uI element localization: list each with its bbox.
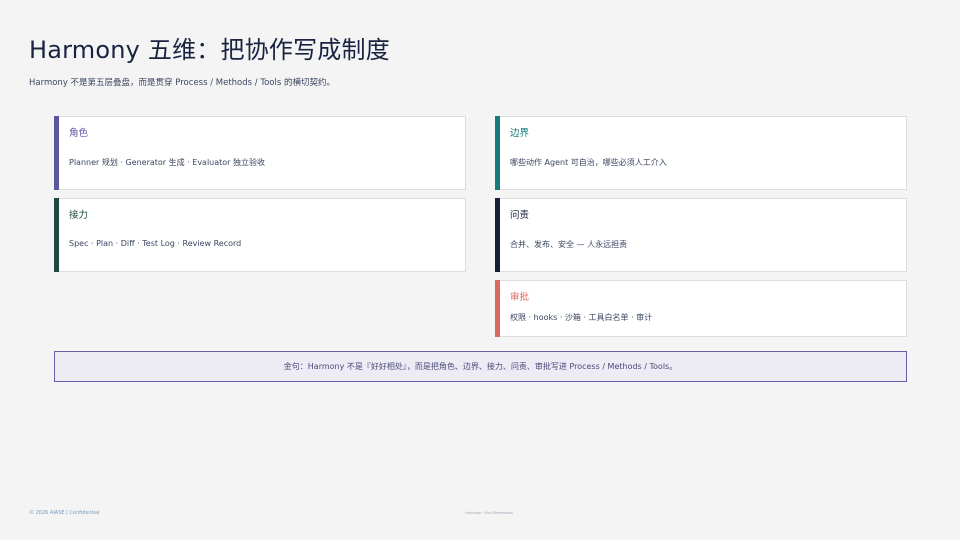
card-role: 角色 Planner 规划 · Generator 生成 · Evaluator… <box>54 116 466 190</box>
card-accountability-label: 问责 <box>510 210 530 221</box>
card-accountability-body: 合并、发布、安全 — 人永远担责 <box>510 240 628 249</box>
card-boundary-accent-bar <box>495 116 500 190</box>
card-boundary: 边界 哪些动作 Agent 可自治，哪些必须人工介入 <box>495 116 907 190</box>
footer-copyright: © 2026 AIASE | Confidential <box>29 510 100 516</box>
page-title: Harmony 五维：把协作写成制度 <box>29 36 390 64</box>
card-approval-label: 审批 <box>510 292 530 303</box>
card-accountability-accent-bar <box>495 198 500 272</box>
card-handoff: 接力 Spec · Plan · Diff · Test Log · Revie… <box>54 198 466 272</box>
card-boundary-label: 边界 <box>510 128 530 139</box>
card-handoff-body: Spec · Plan · Diff · Test Log · Review R… <box>69 239 242 248</box>
card-role-label: 角色 <box>69 128 89 139</box>
card-handoff-label: 接力 <box>69 210 89 221</box>
card-approval-accent-bar <box>495 280 500 337</box>
card-approval-body: 权限 · hooks · 沙箱 · 工具白名单 · 审计 <box>510 313 653 322</box>
card-accountability: 问责 合并、发布、安全 — 人永远担责 <box>495 198 907 272</box>
quote-banner: 金句：Harmony 不是『好好相处』，而是把角色、边界、接力、问责、审批写进 … <box>54 351 907 382</box>
card-boundary-body: 哪些动作 Agent 可自治，哪些必须人工介入 <box>510 158 667 167</box>
card-role-body: Planner 规划 · Generator 生成 · Evaluator 独立… <box>69 158 266 167</box>
page-subtitle: Harmony 不是第五层叠盘，而是贯穿 Process / Methods /… <box>29 78 335 88</box>
card-role-accent-bar <box>54 116 59 190</box>
footer-slide-name: Harmony · Five Dimensions <box>465 511 513 515</box>
card-handoff-accent-bar <box>54 198 59 272</box>
card-approval: 审批 权限 · hooks · 沙箱 · 工具白名单 · 审计 <box>495 280 907 337</box>
quote-text: 金句：Harmony 不是『好好相处』，而是把角色、边界、接力、问责、审批写进 … <box>283 362 678 371</box>
